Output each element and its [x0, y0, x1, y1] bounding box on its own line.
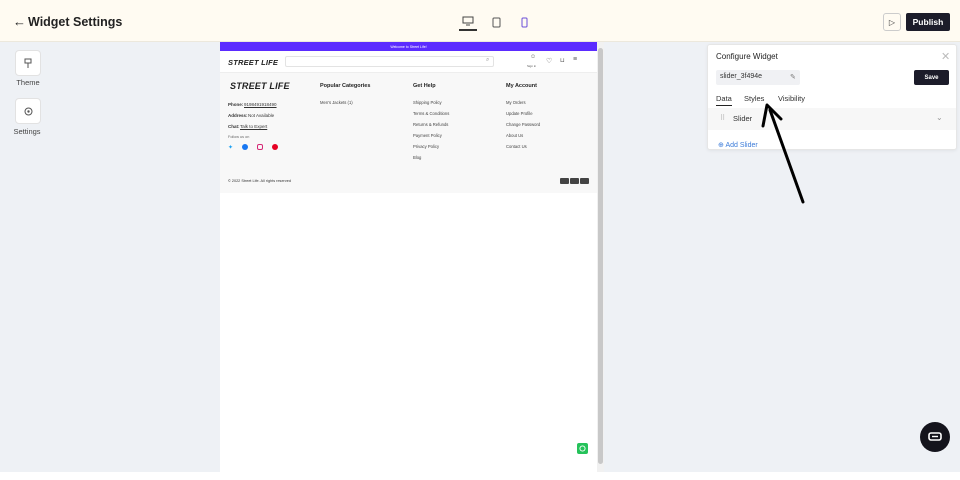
back-arrow-icon[interactable]: ← [13, 14, 26, 29]
widget-id-field[interactable]: slider_3f494e ✎ [716, 70, 800, 85]
brush-icon [24, 58, 32, 68]
tablet-view-icon[interactable] [487, 13, 505, 31]
footer-heading-account: My Account [506, 83, 537, 89]
chat-value[interactable]: Talk to Expert [240, 124, 267, 129]
twitter-icon[interactable]: ✦ [228, 144, 234, 151]
save-button[interactable]: Save [914, 70, 949, 85]
theme-tool-button[interactable] [15, 50, 41, 76]
footer-link[interactable]: Terms & Conditions [413, 111, 449, 116]
copyright-text: © 2022 Street Life. All rights reserved [228, 179, 291, 183]
whatsapp-icon[interactable] [577, 443, 588, 454]
settings-tool-button[interactable] [15, 98, 41, 124]
footer-link[interactable]: Contact Us [506, 144, 527, 149]
payment-card-icon [570, 178, 579, 184]
footer-link[interactable]: Men's Jackets (1) [320, 100, 353, 105]
tab-styles[interactable]: Styles [744, 94, 764, 103]
footer-heading-help: Get Help [413, 83, 436, 89]
preview-play-button[interactable]: ▷ [883, 13, 901, 31]
panel-title: Configure Widget [716, 52, 778, 61]
publish-button[interactable]: Publish [906, 13, 950, 31]
footer-link[interactable]: My Orders [506, 100, 526, 105]
gear-icon [24, 107, 32, 115]
footer-link[interactable]: Privacy Policy [413, 144, 439, 149]
store-footer: STREET LIFE Phone: 9198491918490 Address… [220, 73, 597, 193]
facebook-icon[interactable] [242, 144, 248, 150]
configure-widget-panel: Configure Widget ✕ slider_3f494e ✎ Save … [707, 44, 957, 150]
search-icon: ⌕ [486, 57, 490, 63]
page-title: Widget Settings [28, 15, 123, 29]
footer-link[interactable]: Payment Policy [413, 133, 442, 138]
address-label: Address: [228, 113, 248, 118]
add-slider-label: Add Slider [725, 142, 758, 149]
chat-label: Chat: [228, 124, 240, 129]
chat-icon [928, 431, 942, 441]
close-icon[interactable]: ✕ [941, 50, 950, 63]
store-search-input[interactable]: ⌕ [285, 56, 494, 67]
widget-id-value: slider_3f494e [720, 73, 763, 80]
footer-link[interactable]: Returns & Refunds [413, 122, 448, 127]
cart-icon[interactable]: ⊔ [560, 57, 565, 64]
tab-data[interactable]: Data [716, 94, 732, 106]
chat-support-button[interactable] [920, 422, 950, 452]
store-header: STREET LIFE ⌕ ☺ Sign in ♡ ⊔ ≡ [220, 51, 597, 73]
footer-link[interactable]: Blog [413, 155, 421, 160]
plus-circle-icon: ⊕ [718, 142, 724, 149]
menu-icon[interactable]: ≡ [573, 56, 577, 63]
sign-in-label[interactable]: Sign in [527, 64, 536, 68]
slider-item-label: Slider [733, 114, 753, 123]
slider-item-row[interactable]: ⠿ Slider ⌄ [708, 108, 956, 130]
address-value: Not Available [248, 113, 275, 118]
payment-card-icon [560, 178, 569, 184]
footer-link[interactable]: Update Profile [506, 111, 533, 116]
phone-label: Phone: [228, 102, 244, 107]
chevron-down-icon[interactable]: ⌄ [936, 113, 943, 122]
instagram-icon[interactable] [257, 144, 263, 150]
phone-value[interactable]: 9198491918490 [244, 102, 277, 107]
bottom-strip [0, 472, 960, 480]
pencil-icon[interactable]: ✎ [790, 73, 796, 81]
footer-link[interactable]: Shipping Policy [413, 100, 442, 105]
footer-link[interactable]: Change Password [506, 122, 540, 127]
preview-scrollbar[interactable] [597, 42, 604, 472]
tab-visibility[interactable]: Visibility [778, 94, 805, 103]
payment-card-icon [580, 178, 589, 184]
drag-handle-icon[interactable]: ⠿ [720, 114, 725, 122]
pinterest-icon[interactable] [272, 144, 278, 150]
announcement-bar: Welcome to Street Life! [220, 42, 597, 51]
footer-heading-categories: Popular Categories [320, 83, 371, 89]
scrollbar-thumb[interactable] [598, 48, 603, 464]
mobile-view-icon[interactable] [515, 13, 533, 31]
settings-label: Settings [13, 127, 41, 136]
store-logo[interactable]: STREET LIFE [228, 58, 278, 67]
wishlist-heart-icon[interactable]: ♡ [546, 57, 552, 65]
top-bar: ← Widget Settings ▷ Publish [0, 0, 960, 42]
follow-label: Follow us on [228, 135, 250, 139]
add-slider-button[interactable]: ⊕ Add Slider [718, 141, 758, 149]
preview-canvas: Welcome to Street Life! STREET LIFE ⌕ ☺ … [220, 42, 604, 472]
desktop-view-icon[interactable] [459, 13, 477, 31]
footer-logo: STREET LIFE [230, 81, 290, 91]
footer-link[interactable]: About Us [506, 133, 523, 138]
play-icon: ▷ [888, 17, 896, 27]
user-icon[interactable]: ☺ [530, 54, 536, 60]
theme-label: Theme [16, 78, 40, 87]
